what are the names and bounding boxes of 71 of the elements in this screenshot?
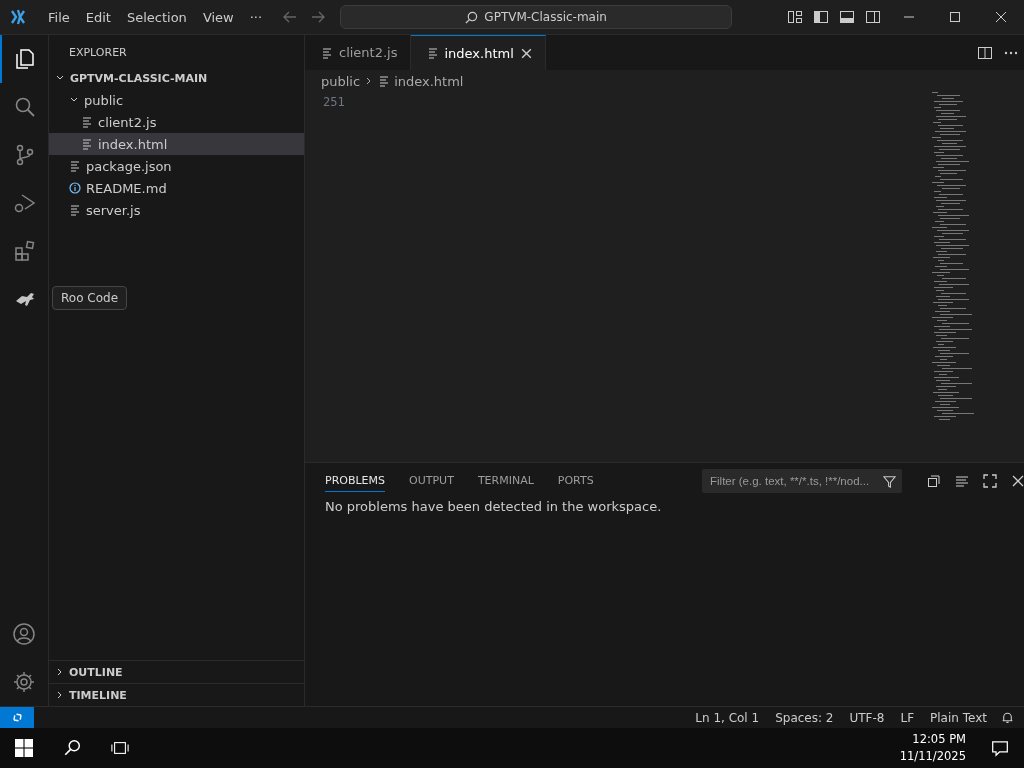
- tree-item[interactable]: package.json: [49, 155, 304, 177]
- tree-item[interactable]: client2.js: [49, 111, 304, 133]
- menu-item[interactable]: File: [40, 9, 78, 25]
- file-lines-icon: [69, 160, 81, 172]
- back-arrow-icon[interactable]: [282, 9, 299, 25]
- info-icon: [69, 182, 81, 194]
- extensions-icon: [13, 239, 37, 263]
- file-lines-icon: [321, 46, 333, 59]
- app-logo-icon: [8, 7, 28, 27]
- menu-item[interactable]: Selection: [118, 9, 195, 25]
- panel-tab[interactable]: PORTS: [557, 470, 594, 492]
- menu-item[interactable]: ···: [241, 9, 271, 25]
- file-lines-icon: [81, 138, 93, 150]
- files-icon: [13, 47, 37, 71]
- breadcrumb-item[interactable]: index.html: [394, 73, 464, 89]
- tooltip: Roo Code: [52, 286, 128, 310]
- status-item[interactable]: Spaces: 2: [767, 710, 842, 725]
- layout-icon[interactable]: [787, 9, 803, 25]
- search-icon[interactable]: [63, 739, 81, 757]
- sidebar-title: EXPLORER: [68, 45, 128, 61]
- file-lines-icon: [81, 116, 93, 128]
- split-editor-icon[interactable]: [977, 44, 993, 61]
- windows-start-icon[interactable]: [15, 739, 33, 757]
- tree-item[interactable]: README.md: [49, 177, 304, 199]
- editor-tab[interactable]: index.html: [410, 35, 546, 70]
- tree-item[interactable]: GPTVM-CLASSIC-MAIN: [49, 67, 304, 89]
- breadcrumb-item[interactable]: public: [321, 73, 361, 89]
- file-lines-icon: [378, 75, 391, 87]
- close-icon[interactable]: [1010, 473, 1024, 489]
- status-item[interactable]: Plain Text: [922, 710, 995, 725]
- task-view-icon[interactable]: [111, 739, 129, 757]
- maximize-icon[interactable]: [949, 11, 961, 23]
- tree-item[interactable]: server.js: [49, 199, 304, 221]
- line-number: 251: [323, 95, 345, 109]
- collapse-all-icon[interactable]: [926, 473, 942, 489]
- remote-icon: [10, 711, 24, 724]
- run-debug-icon: [13, 191, 37, 215]
- maximize-panel-icon[interactable]: [982, 473, 998, 489]
- account-icon[interactable]: [12, 622, 36, 646]
- panel-tab[interactable]: PROBLEMS: [325, 470, 386, 492]
- menu-item[interactable]: Edit: [77, 9, 119, 25]
- close-icon[interactable]: [519, 46, 533, 60]
- clock-date[interactable]: 11/11/2025: [899, 748, 966, 765]
- filter-field[interactable]: Filter (e.g. text, **/*.ts, !**/nod...: [702, 469, 902, 493]
- list-icon[interactable]: [954, 473, 970, 489]
- filter-icon: [883, 474, 896, 488]
- search-icon: [465, 10, 479, 24]
- file-lines-icon: [426, 47, 439, 59]
- file-lines-icon: [69, 204, 81, 216]
- command-center[interactable]: GPTVM-Classic-main: [340, 5, 733, 29]
- forward-arrow-icon[interactable]: [310, 9, 327, 25]
- remote-indicator[interactable]: [0, 706, 34, 729]
- status-item[interactable]: LF: [892, 710, 923, 725]
- bell-icon[interactable]: [1001, 711, 1014, 724]
- status-item[interactable]: Ln 1, Col 1: [687, 710, 768, 725]
- panel-tab[interactable]: TERMINAL: [477, 470, 534, 492]
- panel-message: No problems have been detected in the workspace.: [325, 499, 663, 514]
- panel-tab[interactable]: OUTPUT: [409, 470, 454, 492]
- section-header[interactable]: OUTLINE: [49, 660, 304, 683]
- tree-item[interactable]: public: [49, 89, 304, 111]
- clock-time[interactable]: 12:05 PM: [912, 731, 966, 748]
- toggle-panel-icon[interactable]: [839, 9, 855, 25]
- menu-item[interactable]: View: [194, 9, 242, 25]
- tree-item[interactable]: index.html: [49, 133, 304, 155]
- status-item[interactable]: UTF-8: [841, 710, 893, 725]
- search-icon: [13, 95, 37, 119]
- close-icon[interactable]: [995, 11, 1007, 23]
- notification-icon[interactable]: [991, 739, 1009, 757]
- toggle-sidebar-icon[interactable]: [813, 9, 829, 25]
- toggle-secondary-sidebar-icon[interactable]: [865, 9, 881, 25]
- settings-icon[interactable]: [12, 670, 36, 694]
